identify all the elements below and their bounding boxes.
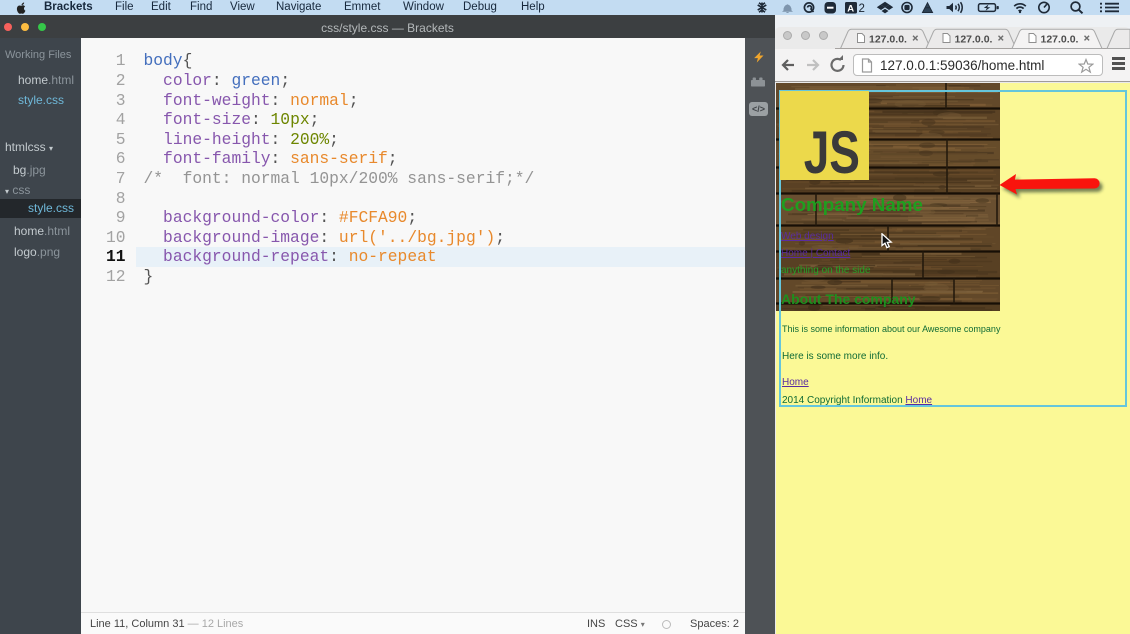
svg-text:2: 2 bbox=[859, 3, 865, 14]
svg-text:127.0.0.: 127.0.0. bbox=[1041, 34, 1079, 46]
svg-text:127.0.0.: 127.0.0. bbox=[869, 34, 907, 46]
svg-text:A: A bbox=[847, 3, 854, 14]
svg-text:JS: JS bbox=[803, 119, 859, 180]
svg-text:127.0.0.: 127.0.0. bbox=[955, 34, 993, 46]
